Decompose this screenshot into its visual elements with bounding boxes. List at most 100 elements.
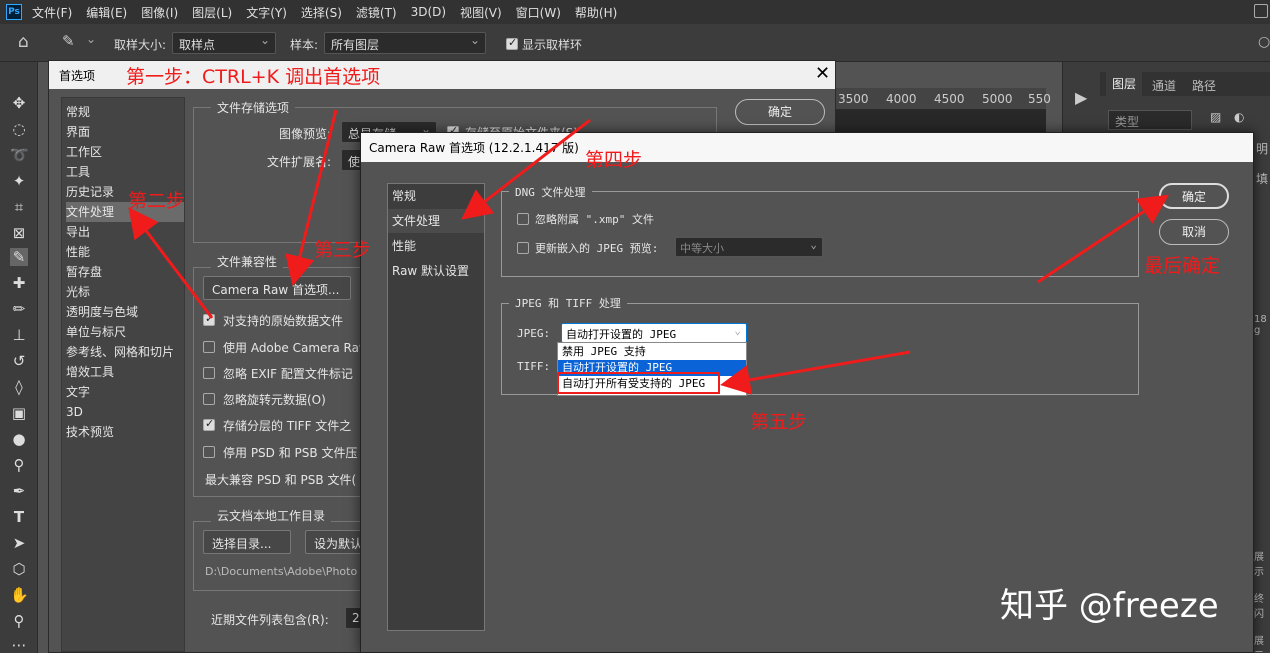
camera-raw-cancel-button[interactable]: 取消 [1159, 219, 1229, 245]
ruler-label: 4000 [886, 92, 917, 106]
menu-filter[interactable]: 滤镜(T) [356, 4, 397, 21]
healing-brush-icon[interactable]: ✚ [10, 274, 28, 292]
eyedropper-icon[interactable]: ✎ [62, 32, 75, 50]
category-item[interactable]: 参考线、网格和切片 [66, 342, 184, 362]
option-checkbox[interactable] [203, 341, 215, 353]
adjust-filter-icon[interactable]: ◐ [1234, 110, 1244, 124]
dodge-tool-icon[interactable]: ⚲ [10, 456, 28, 474]
option-label: 使用 Adobe Camera Raw [223, 341, 369, 355]
stamp-tool-icon[interactable]: ⊥ [10, 326, 28, 344]
option-checkbox[interactable] [203, 393, 215, 405]
option-checkbox[interactable] [203, 312, 215, 326]
category-item[interactable]: 透明度与色域 [66, 302, 184, 322]
type-tool-icon[interactable]: T [10, 508, 28, 526]
image-filter-icon[interactable]: ▨ [1210, 110, 1221, 124]
camera-raw-category-list: 常规 文件处理 性能 Raw 默认设置 [387, 183, 485, 631]
search-icon[interactable]: ○ [1258, 34, 1270, 50]
choose-directory-button[interactable]: 选择目录... [203, 530, 291, 554]
camera-raw-category-selected[interactable]: 文件处理 [388, 209, 484, 233]
recent-files-label: 近期文件列表包含(R): [211, 613, 329, 627]
tab-paths[interactable]: 路径 [1192, 77, 1216, 94]
eyedropper-tool-icon[interactable]: ✎ [10, 248, 28, 266]
menu-window[interactable]: 窗口(W) [516, 4, 561, 21]
workspace-corner-icon[interactable] [1254, 4, 1268, 18]
side-text: 展示 [1254, 636, 1264, 653]
jpeg-option[interactable]: 禁用 JPEG 支持 [558, 344, 746, 360]
category-item[interactable]: 技术预览 [66, 422, 184, 442]
close-icon[interactable]: ✕ [815, 63, 830, 84]
annotation-step5: 第五步 [750, 411, 808, 433]
dng-group-title: DNG 文件处理 [509, 184, 592, 200]
jpeg-select[interactable]: 自动打开设置的 JPEG [561, 323, 747, 343]
menu-file[interactable]: 文件(F) [32, 4, 72, 21]
category-item[interactable]: 暂存盘 [66, 262, 184, 282]
sample-select[interactable]: 所有图层 [324, 32, 486, 54]
category-item[interactable]: 工作区 [66, 142, 184, 162]
update-jpeg-checkbox[interactable] [517, 242, 529, 254]
category-item[interactable]: 界面 [66, 122, 184, 142]
menu-view[interactable]: 视图(V) [460, 4, 502, 21]
menu-image[interactable]: 图像(I) [141, 4, 178, 21]
gradient-tool-icon[interactable]: ▣ [10, 404, 28, 422]
move-tool-icon[interactable]: ✥ [10, 94, 28, 112]
option-label: 对支持的原始数据文件 [223, 314, 344, 328]
zoom-tool-icon[interactable]: ⚲ [10, 612, 28, 630]
category-item[interactable]: 导出 [66, 222, 184, 242]
camera-raw-category[interactable]: Raw 默认设置 [388, 259, 484, 283]
menu-select[interactable]: 选择(S) [301, 4, 342, 21]
menu-edit[interactable]: 编辑(E) [86, 4, 127, 21]
layer-filter-text: 类型 [1115, 115, 1140, 129]
category-item[interactable]: 光标 [66, 282, 184, 302]
shape-tool-icon[interactable]: ⬡ [10, 560, 28, 578]
tool-preset-chevron-icon[interactable]: ⌄ [86, 32, 96, 46]
category-item[interactable]: 工具 [66, 162, 184, 182]
camera-raw-category[interactable]: 常规 [388, 184, 484, 208]
blur-tool-icon[interactable]: ● [10, 430, 28, 448]
camera-raw-ok-button[interactable]: 确定 [1159, 183, 1229, 209]
category-item[interactable]: 3D [66, 402, 184, 422]
dng-group [501, 191, 1139, 277]
horizontal-ruler: 3500 4000 4500 5000 550 [836, 88, 1051, 110]
camera-raw-category[interactable]: 性能 [388, 234, 484, 258]
camera-raw-prefs-button[interactable]: Camera Raw 首选项... [203, 276, 351, 300]
eraser-tool-icon[interactable]: ◊ [10, 378, 28, 396]
sample-size-select[interactable]: 取样点 [172, 32, 276, 54]
category-item[interactable]: 单位与标尺 [66, 322, 184, 342]
option-checkbox[interactable] [203, 417, 215, 431]
prefs-ok-button[interactable]: 确定 [735, 99, 825, 125]
menu-3d[interactable]: 3D(D) [411, 5, 446, 19]
category-item[interactable]: 增效工具 [66, 362, 184, 382]
option-checkbox[interactable] [203, 446, 215, 458]
play-icon[interactable]: ▶ [1075, 88, 1087, 107]
hand-tool-icon[interactable]: ✋ [10, 586, 29, 604]
preview-size-select[interactable]: 中等大小 [675, 237, 823, 257]
magic-wand-icon[interactable]: ✦ [10, 172, 28, 190]
marquee-tool-icon[interactable]: ◌ [10, 120, 28, 138]
tab-channels[interactable]: 通道 [1152, 77, 1176, 94]
tab-layers[interactable]: 图层 [1106, 72, 1143, 96]
cloud-path: D:\Documents\Adobe\Photo [205, 565, 358, 578]
category-item[interactable]: 文字 [66, 382, 184, 402]
menu-type[interactable]: 文字(Y) [246, 4, 287, 21]
home-icon[interactable]: ⌂ [18, 32, 29, 52]
brush-tool-icon[interactable]: ✏ [10, 300, 28, 318]
category-item[interactable]: 性能 [66, 242, 184, 262]
pen-tool-icon[interactable]: ✒ [10, 482, 28, 500]
menu-help[interactable]: 帮助(H) [575, 4, 617, 21]
show-ring-checkbox[interactable] [506, 36, 518, 50]
option-label: 停用 PSD 和 PSB 文件压 [223, 446, 358, 460]
category-item[interactable]: 常规 [66, 102, 184, 122]
menu-layer[interactable]: 图层(L) [192, 4, 232, 21]
lasso-tool-icon[interactable]: ➰ [10, 146, 29, 164]
frame-tool-icon[interactable]: ⊠ [10, 224, 28, 242]
crop-tool-icon[interactable]: ⌗ [10, 198, 28, 216]
path-select-icon[interactable]: ➤ [10, 534, 28, 552]
side-text: 填 [1256, 172, 1269, 186]
option-checkbox[interactable] [203, 367, 215, 379]
layer-filter-select[interactable]: 类型 [1108, 110, 1192, 130]
camera-raw-titlebar: Camera Raw 首选项 (12.2.1.417 版) [361, 133, 1253, 162]
ignore-xmp-checkbox[interactable] [517, 213, 529, 225]
sample-size-label: 取样大小: [114, 38, 167, 52]
more-tools-icon[interactable]: ⋯ [10, 636, 28, 653]
history-brush-icon[interactable]: ↺ [10, 352, 28, 370]
